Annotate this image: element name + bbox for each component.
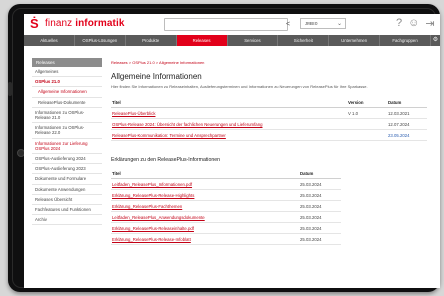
explanations-table: Titel Datum Leitfaden_ReleasePlus_Inform… [111, 169, 341, 245]
main-nav: Aktuelles OSPlus-Lösungen Produkte Relea… [24, 35, 440, 46]
column-header-title: Titel [111, 169, 299, 179]
logo-text: finanz informatik [45, 18, 125, 29]
sidebar-item[interactable]: Dokumente Anwendungen [32, 185, 102, 195]
document-date: 12.07.2024 [387, 118, 427, 130]
document-version [347, 118, 387, 130]
document-link[interactable]: Erklärung_ReleasePlus-Fachthemen [111, 200, 299, 212]
document-link[interactable]: Erklärung_ReleasePlus-Release-Highlights [111, 189, 299, 201]
column-header-date: Datum [387, 98, 427, 108]
column-header-title: Titel [111, 98, 347, 108]
page-title: Allgemeine Informationen [111, 72, 202, 81]
document-date: 25.03.2024 [299, 211, 341, 223]
user-icon[interactable]: ☺ [408, 17, 419, 30]
logo[interactable]: Ṡ finanz informatik [30, 17, 125, 30]
table-row: Erklärung_ReleasePlus-Releaseinhalte.pdf… [111, 222, 341, 234]
column-header-version: Version [347, 98, 387, 108]
sidebar-item[interactable]: Allgemeines [32, 67, 102, 78]
sidebar-item[interactable]: Informationen zur Lieferung OSPlus 2024 [32, 139, 102, 155]
sidebar-item[interactable]: Dokumente und Formulare [32, 174, 102, 185]
table-row: Leitfaden_ReleasePlus_Anwendungsdokument… [111, 211, 341, 223]
document-link[interactable]: ReleasePlus-Kommunikation: Termine und A… [111, 129, 347, 141]
nav-item-unternehmen[interactable]: Unternehmen [329, 35, 381, 46]
header-bar: Ṡ finanz informatik < ᴊʀᴇᴇᴏ ⌄ ? ☺ ⇥ [24, 14, 440, 34]
document-link[interactable]: Leitfaden_ReleasePlus_Anwendungsdokument… [111, 211, 299, 223]
nav-item-osplus-loesungen[interactable]: OSPlus-Lösungen [75, 35, 126, 46]
sidebar-item[interactable]: Informationen zu OSPlus-Release 22.0 [32, 123, 102, 139]
search-scope-value: ᴊʀᴇᴇᴏ [305, 21, 318, 27]
search-scope-select[interactable]: ᴊʀᴇᴇᴏ ⌄ [300, 18, 346, 29]
nav-item-fachgruppen[interactable]: Fachgruppen [380, 35, 431, 46]
table-row: OSPlus-Release 2024: Übersicht der fachl… [111, 118, 427, 130]
settings-icon[interactable]: ⚙ [431, 35, 440, 46]
sidebar-item[interactable]: Allgemeine Informationen [32, 87, 102, 98]
table-row: Erklärung_ReleasePlus-Release-Highlights… [111, 189, 341, 201]
main-content: Releases > OSPlus 21.0 > Allgemeine Info… [111, 58, 431, 286]
search-icon[interactable]: < [286, 18, 294, 31]
document-link[interactable]: Erklärung_ReleasePlus-Release-Infoblatt [111, 233, 299, 245]
table-row: Leitfaden_ReleasePlus_Informationen.pdf 2… [111, 178, 341, 190]
column-header-date: Datum [299, 169, 341, 179]
sidebar-item[interactable]: Fachfeatures und Funktionen [32, 205, 102, 216]
document-date: 25.03.2024 [299, 178, 341, 190]
document-date: 25.03.2024 [299, 222, 341, 234]
nav-item-sicherheit[interactable]: Sicherheit [278, 35, 330, 46]
table-row: Erklärung_ReleasePlus-Fachthemen 25.03.20… [111, 200, 341, 212]
sidebar-item[interactable]: OSPlus-Auslieferung 2023 [32, 164, 102, 175]
nav-item-releases[interactable]: Releases [176, 35, 228, 46]
help-icon[interactable]: ? [396, 17, 402, 30]
document-link[interactable]: ReleasePlus-Überblick [111, 107, 347, 119]
search-input[interactable] [164, 18, 288, 31]
table-row: Erklärung_ReleasePlus-Release-Infoblatt 2… [111, 233, 341, 245]
sidebar: Releases Allgemeines OSPlus 21.0 Allgemein… [32, 58, 102, 286]
nav-item-aktuelles[interactable]: Aktuelles [24, 35, 75, 46]
logout-icon[interactable]: ⇥ [425, 17, 434, 30]
sidebar-item[interactable]: Releases Übersicht [32, 195, 102, 206]
sparkasse-logo-icon: Ṡ [30, 16, 39, 31]
sidebar-item[interactable]: ReleasePlus-Dokumente [32, 98, 102, 108]
sidebar-item[interactable]: OSPlus-Auslieferung 2024 [32, 154, 102, 165]
documents-table: Titel Version Datum ReleasePlus-Überblic… [111, 98, 427, 141]
sidebar-heading: Releases [32, 58, 102, 67]
document-date: 25.03.2024 [299, 233, 341, 245]
sidebar-item[interactable]: OSPlus 21.0 [32, 77, 102, 88]
intro-text: Hier finden Sie Informationen zu Release… [111, 84, 368, 89]
document-version [347, 129, 387, 141]
tablet-side-button [8, 82, 12, 96]
document-link[interactable]: Erklärung_ReleasePlus-Releaseinhalte.pdf [111, 222, 299, 234]
screen: Ṡ finanz informatik < ᴊʀᴇᴇᴏ ⌄ ? ☺ ⇥ Aktu… [24, 14, 440, 288]
chevron-down-icon: ⌄ [336, 21, 342, 27]
document-date: 12.03.2021 [387, 107, 427, 119]
nav-item-produkte[interactable]: Produkte [126, 35, 177, 46]
table-row: ReleasePlus-Kommunikation: Termine und A… [111, 129, 427, 141]
table-row: ReleasePlus-Überblick V 1.0 12.03.2021 [111, 107, 427, 119]
document-version: V 1.0 [347, 107, 387, 119]
breadcrumb[interactable]: Releases > OSPlus 21.0 > Allgemeine Info… [111, 60, 431, 65]
document-link[interactable]: Leitfaden_ReleasePlus_Informationen.pdf [111, 178, 299, 190]
document-date: 25.03.2024 [299, 189, 341, 201]
tablet-frame: Ṡ finanz informatik < ᴊʀᴇᴇᴏ ⌄ ? ☺ ⇥ Aktu… [8, 4, 440, 292]
section-title-erklaerungen: Erklärungen zu den ReleasePlus-Informati… [111, 157, 221, 163]
sidebar-item[interactable]: Archiv [32, 215, 102, 226]
header-icons: ? ☺ ⇥ [396, 17, 435, 30]
sidebar-item[interactable]: Informationen zu OSPlus-Release 21.0 [32, 108, 102, 124]
document-date: 25.03.2024 [299, 200, 341, 212]
nav-item-services[interactable]: Services [228, 35, 279, 46]
document-date: 23.05.2024 [387, 129, 427, 141]
document-link[interactable]: OSPlus-Release 2024: Übersicht der fachl… [111, 118, 347, 130]
